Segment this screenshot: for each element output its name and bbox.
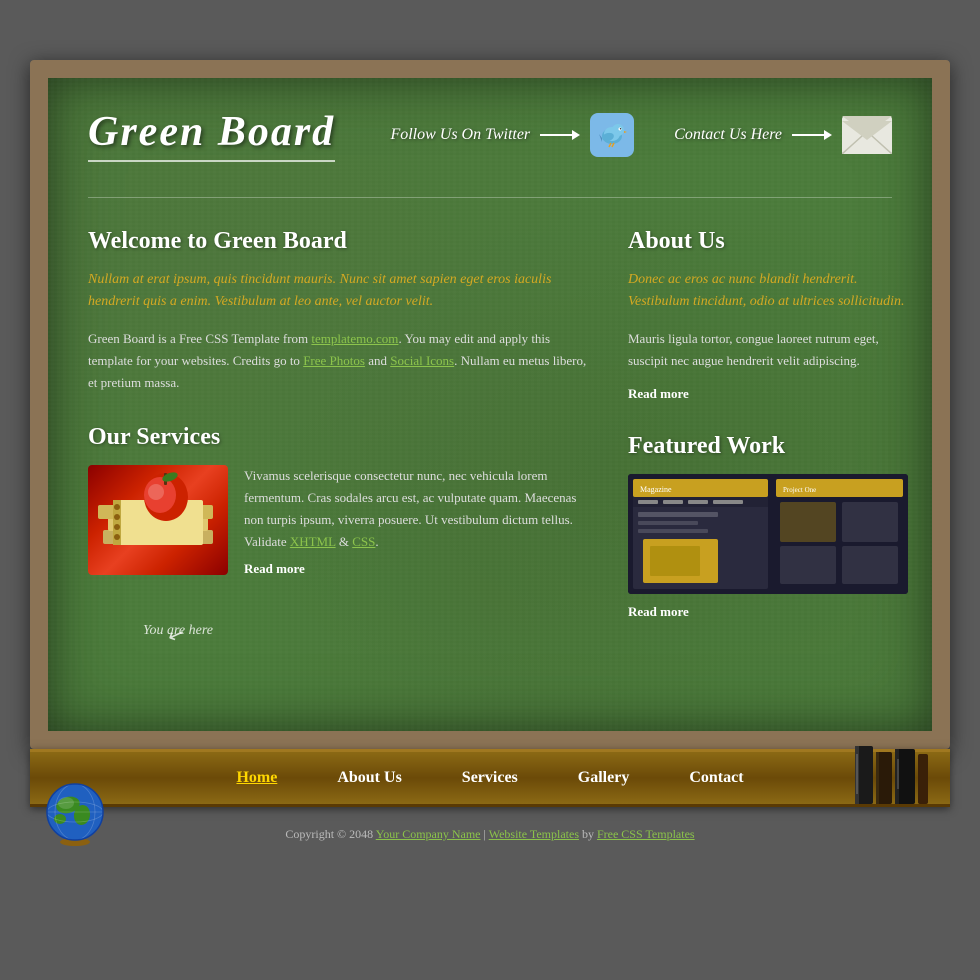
nav-about[interactable]: About Us xyxy=(307,752,431,804)
twitter-label: Follow Us On Twitter xyxy=(390,126,530,144)
services-heading: Our Services xyxy=(88,424,588,451)
footer-by: by xyxy=(579,827,597,841)
welcome-body: Green Board is a Free CSS Template from … xyxy=(88,328,588,394)
twitter-icon xyxy=(590,113,634,157)
mail-icon xyxy=(842,116,892,154)
content-area: Welcome to Green Board Nullam at erat ip… xyxy=(88,228,892,651)
twitter-arrow-icon xyxy=(540,128,580,142)
navbar-inner: Home About Us Services Gallery Contact xyxy=(30,752,950,804)
contact-arrow-icon xyxy=(792,128,832,142)
footer: Copyright © 2048 Your Company Name | Web… xyxy=(30,807,950,852)
footer-separator: | xyxy=(481,827,489,841)
services-content: Vivamus scelerisque consectetur nunc, ne… xyxy=(88,465,588,578)
logo-underline xyxy=(88,160,335,162)
services-text: Vivamus scelerisque consectetur nunc, ne… xyxy=(244,465,588,578)
main-content: Welcome to Green Board Nullam at erat ip… xyxy=(88,228,588,651)
featured-read-more[interactable]: Read more xyxy=(628,604,689,619)
nav-home[interactable]: Home xyxy=(206,752,307,804)
header-right: Follow Us On Twitter xyxy=(390,113,892,157)
site-title: Green Board xyxy=(88,108,335,156)
logo: Green Board xyxy=(88,108,335,162)
welcome-text3: and xyxy=(365,353,390,368)
sidebar: About Us Donec ac eros ac nunc blandit h… xyxy=(628,228,908,651)
nav-contact[interactable]: Contact xyxy=(659,752,773,804)
xhtml-link[interactable]: XHTML xyxy=(290,534,336,549)
navbar: Home About Us Services Gallery Contact xyxy=(30,749,950,807)
footer-css-link[interactable]: Free CSS Templates xyxy=(597,827,695,841)
svg-text:Magazine: Magazine xyxy=(640,485,672,494)
about-section: About Us Donec ac eros ac nunc blandit h… xyxy=(628,228,908,403)
nav-gallery[interactable]: Gallery xyxy=(548,752,660,804)
footer-text: Copyright © 2048 Your Company Name | Web… xyxy=(285,827,694,842)
chalkboard: Green Board Follow Us On Twitter xyxy=(30,60,950,749)
header: Green Board Follow Us On Twitter xyxy=(88,98,892,182)
services-read-more[interactable]: Read more xyxy=(244,561,305,576)
services-body: Vivamus scelerisque consectetur nunc, ne… xyxy=(244,465,588,553)
footer-templates-link[interactable]: Website Templates xyxy=(489,827,579,841)
about-body: Mauris ligula tortor, congue laoreet rut… xyxy=(628,328,908,372)
contact-link[interactable]: Contact Us Here xyxy=(674,116,892,154)
about-heading: About Us xyxy=(628,228,908,255)
welcome-heading: Welcome to Green Board xyxy=(88,228,588,255)
books-decoration xyxy=(850,744,930,804)
about-read-more[interactable]: Read more xyxy=(628,386,689,401)
welcome-intro: Nullam at erat ipsum, quis tincidunt mau… xyxy=(88,269,588,314)
templatemo-link[interactable]: templatemo.com xyxy=(311,331,398,346)
footer-copyright: Copyright © 2048 xyxy=(285,827,375,841)
globe-icon xyxy=(40,777,110,852)
welcome-text1: Green Board is a Free CSS Template from xyxy=(88,331,311,346)
free-photos-link[interactable]: Free Photos xyxy=(303,353,365,368)
featured-image: Magazine xyxy=(628,474,908,594)
social-icons-link[interactable]: Social Icons xyxy=(390,353,454,368)
about-intro: Donec ac eros ac nunc blandit hendrerit.… xyxy=(628,269,908,314)
footer-company-link[interactable]: Your Company Name xyxy=(376,827,481,841)
header-divider xyxy=(88,197,892,198)
featured-section: Featured Work Magazine xyxy=(628,433,908,621)
css-link[interactable]: CSS xyxy=(352,534,375,549)
welcome-section: Welcome to Green Board Nullam at erat ip… xyxy=(88,228,588,394)
services-section: Our Services xyxy=(88,424,588,578)
nav-services[interactable]: Services xyxy=(432,752,548,804)
contact-label: Contact Us Here xyxy=(674,126,782,144)
services-image xyxy=(88,465,228,575)
twitter-link[interactable]: Follow Us On Twitter xyxy=(390,113,634,157)
svg-text:Project One: Project One xyxy=(783,486,816,494)
featured-heading: Featured Work xyxy=(628,433,908,460)
